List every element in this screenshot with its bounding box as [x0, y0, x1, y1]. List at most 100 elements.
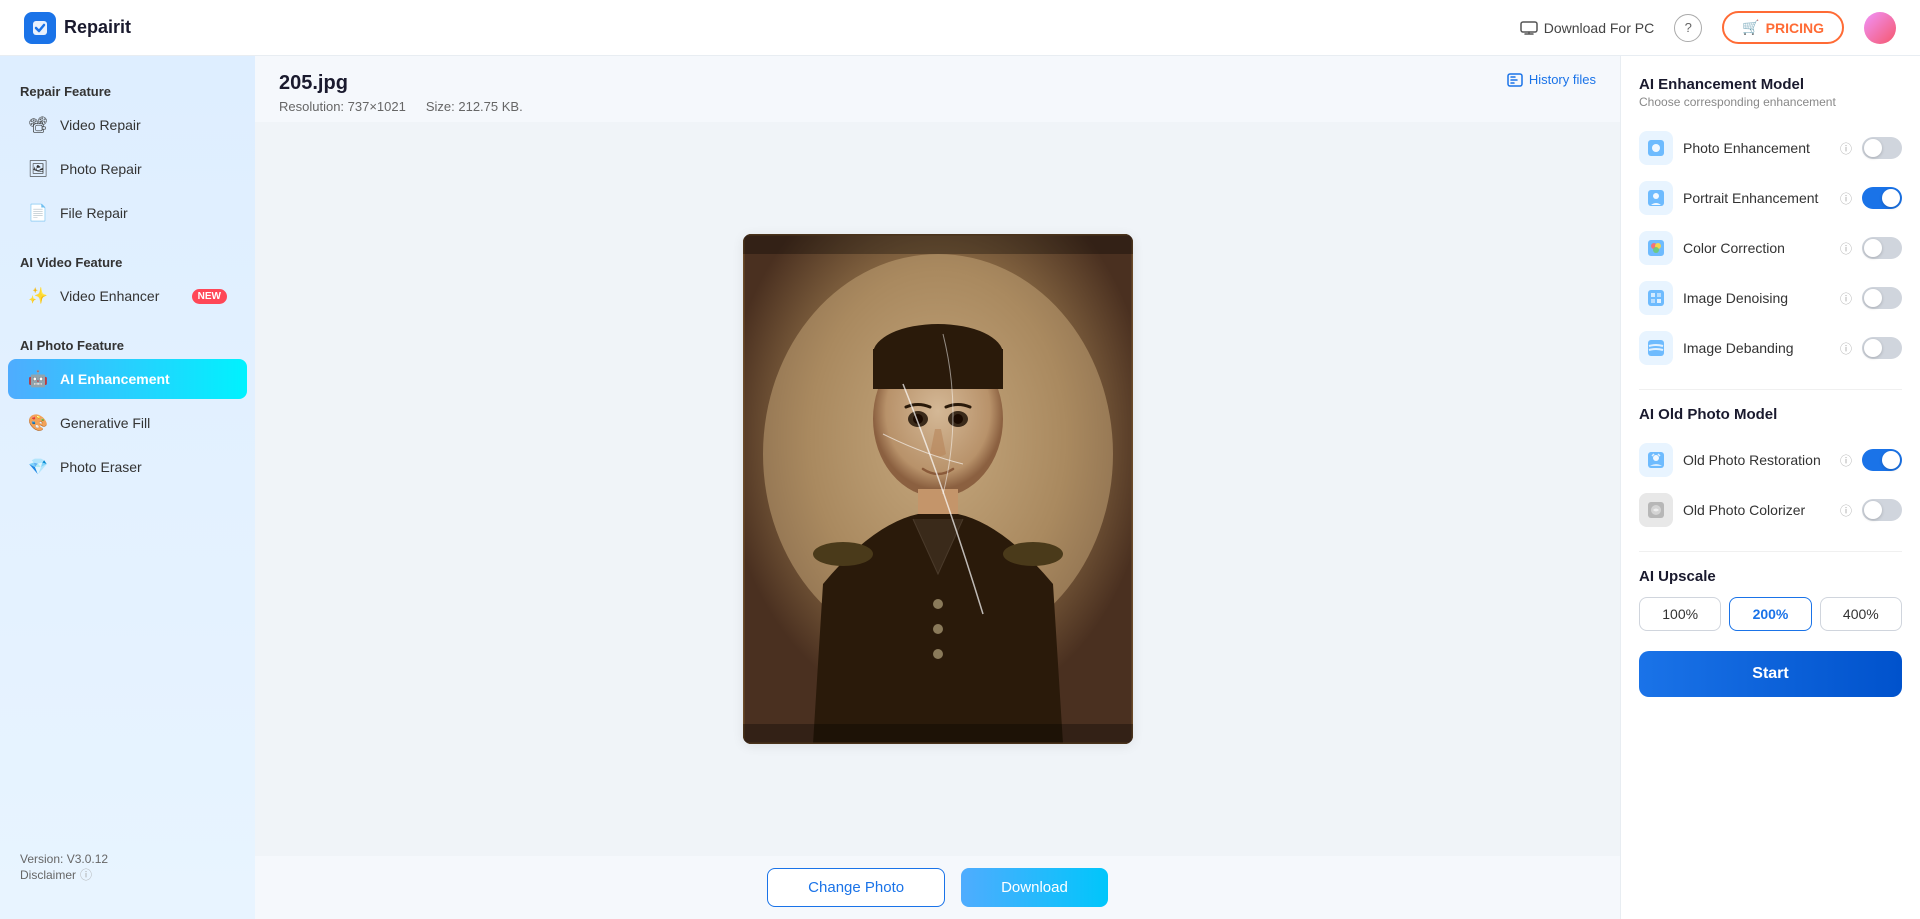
- image-debanding-thumb: [1864, 339, 1882, 357]
- logo-icon: [24, 12, 56, 44]
- content-area: 205.jpg Resolution: 737×1021 Size: 212.7…: [255, 56, 1620, 919]
- old-photo-colorizer-thumb: [1864, 501, 1882, 519]
- portrait-enhancement-label: Portrait Enhancement: [1683, 190, 1827, 206]
- toggle-row-image-debanding: Image Debanding ⓘ: [1639, 323, 1902, 373]
- ai-enhancement-title: AI Enhancement Model: [1639, 76, 1902, 93]
- sidebar-item-photo-eraser[interactable]: 💎 Photo Eraser: [8, 447, 247, 487]
- history-files-button[interactable]: History files: [1507, 72, 1596, 87]
- pricing-button[interactable]: 🛒 PRICING: [1722, 11, 1844, 44]
- history-files-label: History files: [1529, 72, 1596, 87]
- sidebar-item-photo-repair-label: Photo Repair: [60, 161, 142, 177]
- sidebar-footer: Version: V3.0.12 Disclaimer ⓘ: [0, 836, 255, 899]
- file-size: Size: 212.75 KB.: [426, 99, 523, 114]
- generative-fill-icon: 🎨: [28, 413, 48, 433]
- sidebar-item-file-repair-label: File Repair: [60, 205, 128, 221]
- sidebar-item-photo-eraser-label: Photo Eraser: [60, 459, 142, 475]
- file-resolution: Resolution: 737×1021: [279, 99, 406, 114]
- image-denoising-icon: [1639, 281, 1673, 315]
- main-layout: Repair Feature 📽 Video Repair 🖼 Photo Re…: [0, 56, 1920, 919]
- upscale-options: 100% 200% 400%: [1639, 597, 1902, 631]
- upscale-200-button[interactable]: 200%: [1729, 597, 1811, 631]
- sidebar-item-video-enhancer-label: Video Enhancer: [60, 288, 159, 304]
- old-photo-restoration-info[interactable]: ⓘ: [1840, 452, 1852, 469]
- pricing-cart-icon: 🛒: [1742, 19, 1759, 36]
- old-photo-colorizer-toggle[interactable]: [1862, 499, 1902, 521]
- content-header: 205.jpg Resolution: 737×1021 Size: 212.7…: [255, 56, 1620, 122]
- sidebar-item-video-enhancer[interactable]: ✨ Video Enhancer NEW: [8, 276, 247, 316]
- disclaimer-link[interactable]: Disclaimer ⓘ: [20, 866, 235, 883]
- pricing-label: PRICING: [1766, 20, 1824, 36]
- old-photo-restoration-track: [1862, 449, 1902, 471]
- right-panel: AI Enhancement Model Choose correspondin…: [1620, 56, 1920, 919]
- upscale-400-button[interactable]: 400%: [1820, 597, 1902, 631]
- color-correction-thumb: [1864, 239, 1882, 257]
- change-photo-button[interactable]: Change Photo: [767, 868, 945, 907]
- photo-enhancement-toggle[interactable]: [1862, 137, 1902, 159]
- ai-photo-feature-label: AI Photo Feature: [0, 330, 255, 357]
- app-logo[interactable]: Repairit: [24, 12, 131, 44]
- download-for-pc-button[interactable]: Download For PC: [1520, 20, 1655, 36]
- disclaimer-label: Disclaimer: [20, 868, 76, 882]
- download-button[interactable]: Download: [961, 868, 1108, 907]
- image-debanding-icon: [1639, 331, 1673, 365]
- image-debanding-track: [1862, 337, 1902, 359]
- panel-divider-2: [1639, 551, 1902, 552]
- portrait-enhancement-icon: [1639, 181, 1673, 215]
- ai-enhancement-icon: 🤖: [28, 369, 48, 389]
- photo-enhancement-label: Photo Enhancement: [1683, 140, 1827, 156]
- old-photo-restoration-toggle[interactable]: [1862, 449, 1902, 471]
- image-denoising-info[interactable]: ⓘ: [1840, 290, 1852, 307]
- sidebar-item-file-repair[interactable]: 📄 File Repair: [8, 193, 247, 233]
- color-correction-toggle[interactable]: [1862, 237, 1902, 259]
- portrait-enhancement-info[interactable]: ⓘ: [1840, 190, 1852, 207]
- portrait-enhancement-toggle[interactable]: [1862, 187, 1902, 209]
- upscale-100-button[interactable]: 100%: [1639, 597, 1721, 631]
- color-correction-info[interactable]: ⓘ: [1840, 240, 1852, 257]
- avatar[interactable]: [1864, 12, 1896, 44]
- photo-repair-icon: 🖼: [28, 159, 48, 179]
- disclaimer-info-icon: ⓘ: [80, 866, 92, 883]
- photo-preview: [743, 234, 1133, 744]
- portrait-enhancement-track: [1862, 187, 1902, 209]
- image-denoising-track: [1862, 287, 1902, 309]
- file-info: 205.jpg Resolution: 737×1021 Size: 212.7…: [279, 72, 523, 114]
- sidebar-item-ai-enhancement-label: AI Enhancement: [60, 371, 170, 387]
- new-badge: NEW: [192, 289, 227, 304]
- file-name: 205.jpg: [279, 72, 523, 95]
- old-photo-restoration-label: Old Photo Restoration: [1683, 452, 1827, 468]
- image-debanding-info[interactable]: ⓘ: [1840, 340, 1852, 357]
- color-correction-track: [1862, 237, 1902, 259]
- sidebar-item-ai-enhancement[interactable]: 🤖 AI Enhancement: [8, 359, 247, 399]
- photo-enhancement-info[interactable]: ⓘ: [1840, 140, 1852, 157]
- photo-eraser-icon: 💎: [28, 457, 48, 477]
- toggle-row-old-photo-colorizer: Old Photo Colorizer ⓘ: [1639, 485, 1902, 535]
- color-correction-label: Color Correction: [1683, 240, 1827, 256]
- sidebar-item-generative-fill[interactable]: 🎨 Generative Fill: [8, 403, 247, 443]
- old-photo-colorizer-info[interactable]: ⓘ: [1840, 502, 1852, 519]
- ai-upscale-title: AI Upscale: [1639, 568, 1902, 585]
- image-container: [743, 234, 1133, 744]
- sidebar-item-photo-repair[interactable]: 🖼 Photo Repair: [8, 149, 247, 189]
- image-denoising-toggle[interactable]: [1862, 287, 1902, 309]
- image-debanding-toggle[interactable]: [1862, 337, 1902, 359]
- old-photo-restoration-icon: [1639, 443, 1673, 477]
- topnav-right: Download For PC ? 🛒 PRICING: [1520, 11, 1896, 44]
- ai-video-feature-label: AI Video Feature: [0, 247, 255, 274]
- version-label: Version: V3.0.12: [20, 852, 235, 866]
- download-pc-label: Download For PC: [1544, 20, 1655, 36]
- action-bar: Change Photo Download: [255, 856, 1620, 919]
- start-button[interactable]: Start: [1639, 651, 1902, 697]
- image-denoising-thumb: [1864, 289, 1882, 307]
- sidebar-item-video-repair-label: Video Repair: [60, 117, 141, 133]
- photo-enhancement-icon: [1639, 131, 1673, 165]
- ai-old-photo-title: AI Old Photo Model: [1639, 406, 1902, 423]
- help-button[interactable]: ?: [1674, 14, 1702, 42]
- sidebar: Repair Feature 📽 Video Repair 🖼 Photo Re…: [0, 56, 255, 919]
- old-photo-colorizer-icon: [1639, 493, 1673, 527]
- file-repair-icon: 📄: [28, 203, 48, 223]
- photo-enhancement-thumb: [1864, 139, 1882, 157]
- image-debanding-label: Image Debanding: [1683, 340, 1827, 356]
- sidebar-item-video-repair[interactable]: 📽 Video Repair: [8, 105, 247, 145]
- toggle-row-photo-enhancement: Photo Enhancement ⓘ: [1639, 123, 1902, 173]
- file-meta: Resolution: 737×1021 Size: 212.75 KB.: [279, 99, 523, 114]
